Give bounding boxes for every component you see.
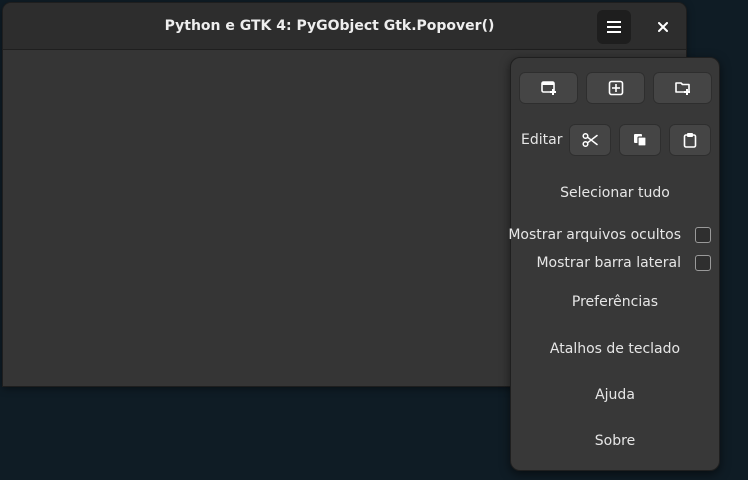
show-sidebar-toggle[interactable]: Mostrar barra lateral: [511, 251, 719, 275]
header-bar: Python e GTK 4: PyGObject Gtk.Popover(): [3, 3, 686, 50]
cut-icon: [582, 132, 598, 148]
show-hidden-files-label: Mostrar arquivos ocultos: [508, 227, 681, 243]
show-hidden-files-toggle[interactable]: Mostrar arquivos ocultos: [508, 223, 719, 247]
show-sidebar-label: Mostrar barra lateral: [536, 255, 681, 271]
show-hidden-files-checkbox[interactable]: [695, 227, 711, 243]
close-button[interactable]: [648, 12, 678, 42]
new-window-button[interactable]: [519, 72, 578, 104]
cut-button[interactable]: [569, 124, 611, 156]
new-folder-icon: [674, 80, 691, 96]
window-title: Python e GTK 4: PyGObject Gtk.Popover(): [164, 18, 495, 34]
paste-button[interactable]: [669, 124, 711, 156]
hamburger-menu-icon: [607, 21, 621, 33]
copy-icon: [632, 132, 648, 148]
keyboard-shortcuts-item[interactable]: Atalhos de teclado: [511, 332, 719, 366]
about-item[interactable]: Sobre: [511, 424, 719, 458]
main-menu-button[interactable]: [597, 10, 631, 44]
menu-popover: Editar Selecionar tudo Mostrar arquivos …: [508, 57, 720, 471]
close-icon: [658, 22, 668, 32]
show-sidebar-checkbox[interactable]: [695, 255, 711, 271]
paste-icon: [682, 132, 698, 148]
select-all-item[interactable]: Selecionar tudo: [511, 176, 719, 210]
new-window-icon: [540, 80, 557, 96]
edit-label: Editar: [521, 132, 563, 148]
new-folder-button[interactable]: [653, 72, 712, 104]
new-tab-icon: [608, 80, 624, 96]
help-item[interactable]: Ajuda: [511, 378, 719, 412]
new-tab-button[interactable]: [586, 72, 645, 104]
preferences-item[interactable]: Preferências: [511, 285, 719, 319]
desktop-background: Python e GTK 4: PyGObject Gtk.Popover(): [0, 0, 748, 480]
copy-button[interactable]: [619, 124, 661, 156]
